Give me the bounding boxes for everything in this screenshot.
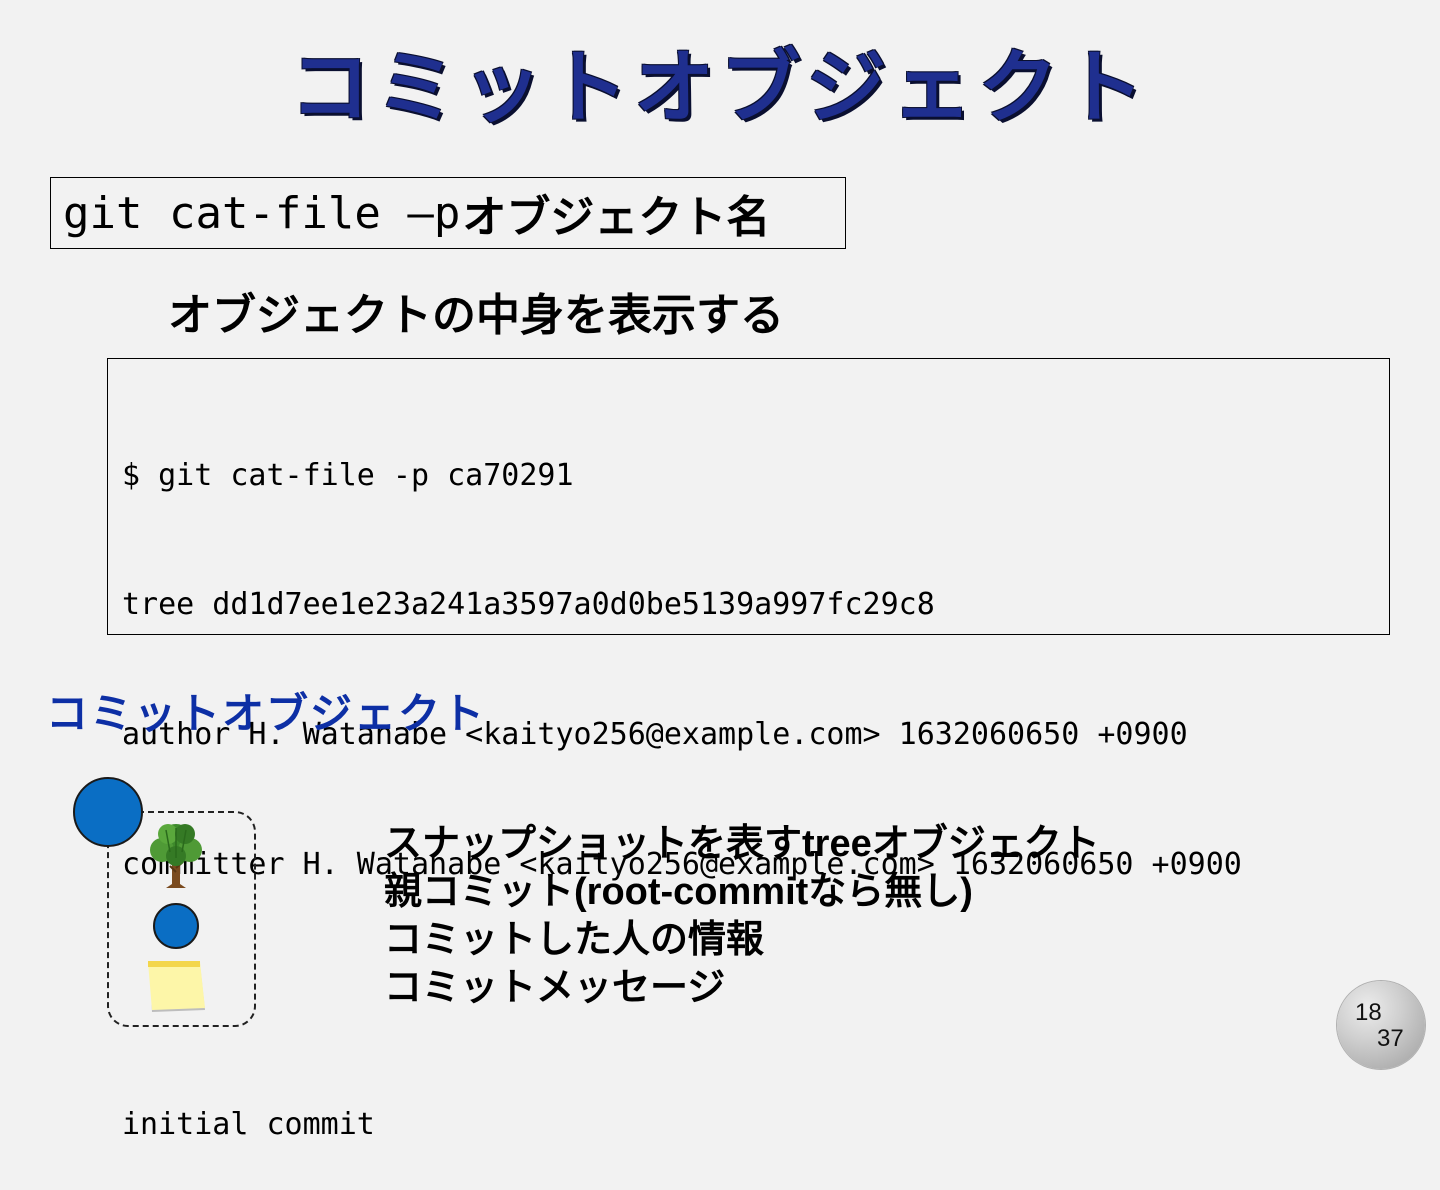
list-item: コミットメッセージ	[384, 967, 726, 1009]
terminal-output-box: $ git cat-file -p ca70291 tree dd1d7ee1e…	[107, 358, 1390, 1142]
sticky-note-icon	[148, 961, 205, 1012]
commit-object-diagram	[0, 770, 300, 1050]
page-number-badge: 18 37	[1337, 981, 1425, 1069]
parent-commit-circle-icon	[153, 903, 199, 949]
command-argument: オブジェクト名	[462, 192, 771, 243]
current-page: 18	[1355, 999, 1382, 1026]
terminal-line: $ git cat-file -p ca70291	[122, 457, 574, 493]
slide-title: コミットオブジェクト	[290, 41, 1150, 134]
terminal-line: initial commit	[122, 1107, 375, 1143]
list-item: スナップショットを表すtreeオブジェクト	[384, 823, 1100, 865]
list-item: コミットした人の情報	[384, 919, 765, 961]
commit-circle-icon	[73, 777, 143, 847]
commit-contents-list: スナップショットを表すtreeオブジェクト 親コミット(root-commitな…	[384, 820, 1100, 1012]
command-syntax-box: git cat-file –p オブジェクト名	[50, 177, 846, 249]
total-pages: 37	[1377, 1025, 1404, 1052]
tree-icon	[150, 824, 202, 888]
commit-diagram-svg	[73, 777, 256, 1027]
list-item: 親コミット(root-commitなら無し)	[384, 871, 973, 913]
command-text: git cat-file –p	[63, 187, 461, 239]
section-heading: コミットオブジェクト	[46, 689, 487, 738]
command-description: オブジェクトの中身を表示する	[168, 290, 784, 341]
terminal-line: tree dd1d7ee1e23a241a3597a0d0be5139a997f…	[122, 587, 935, 623]
